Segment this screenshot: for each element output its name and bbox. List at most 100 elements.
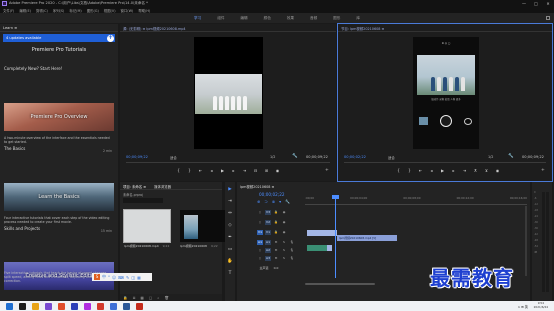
lock-icon[interactable]: 🔒 <box>273 220 279 225</box>
source-patch-a1[interactable]: A1 <box>257 240 263 245</box>
go-to-in-icon[interactable]: ⇤ <box>198 168 203 173</box>
ime-emoji-icon[interactable]: ☺ <box>112 275 116 280</box>
program-fit-select[interactable]: 适合 <box>388 155 395 160</box>
plus-icon[interactable]: + <box>107 34 114 42</box>
timeline-clip-v1-left[interactable] <box>307 230 337 236</box>
timeline-tab[interactable]: lpm视频20210608 ≡ <box>240 184 274 189</box>
close-button[interactable]: ✕ <box>542 1 554 6</box>
toggle-sync-icon[interactable]: ▯ <box>257 220 263 225</box>
rectangle-tool-icon[interactable]: ▭ <box>227 247 233 253</box>
program-monitor-header[interactable]: 节目: lpm视频20210608 ≡ <box>338 24 552 32</box>
add-button-icon[interactable]: + <box>325 168 329 173</box>
razor-tool-icon[interactable]: ◇ <box>227 223 233 229</box>
mark-out-icon[interactable]: } <box>187 168 192 173</box>
source-fit-select[interactable]: 适合 <box>170 155 177 160</box>
project-item-sequence[interactable] <box>180 210 226 242</box>
workspace-audio[interactable]: 音频 <box>302 16 325 21</box>
add-marker-icon[interactable]: ▾ <box>279 199 281 204</box>
menu-clip[interactable]: 剪辑(C) <box>36 8 48 13</box>
workspace-editing[interactable]: 编辑 <box>232 16 255 21</box>
mute-icon[interactable]: M <box>273 240 279 245</box>
program-resolution-select[interactable]: 1/2 <box>488 155 493 159</box>
go-to-out-icon[interactable]: ⇥ <box>242 168 247 173</box>
playhead-line[interactable] <box>335 196 336 278</box>
lock-icon[interactable]: 🔒 <box>123 296 127 300</box>
mic-icon[interactable]: 🎙 <box>289 240 295 245</box>
linked-selection-icon[interactable]: ⊗ <box>272 199 275 204</box>
go-to-out-icon[interactable]: ⇥ <box>462 168 467 173</box>
step-back-icon[interactable]: ◂ <box>429 168 434 173</box>
program-scrubber[interactable] <box>344 162 546 163</box>
extract-icon[interactable]: ⊻ <box>484 168 489 173</box>
system-tray[interactable]: ∧ ⊞ 英 <box>518 304 528 309</box>
project-search-input[interactable] <box>123 198 163 203</box>
ime-keyboard-icon[interactable]: ⌨ <box>118 275 124 280</box>
timeline-clip-a1[interactable] <box>307 245 327 251</box>
menu-graphics[interactable]: 图形(G) <box>87 8 99 13</box>
ime-menu-icon[interactable]: ▦ <box>137 275 141 280</box>
export-frame-icon[interactable]: ◉ <box>495 168 500 173</box>
toggle-sync-icon[interactable]: ▯ <box>257 256 263 261</box>
lock-icon[interactable]: 🔒 <box>273 210 279 215</box>
app-icon[interactable] <box>136 302 143 310</box>
track-label-a1[interactable]: A1 <box>265 240 271 245</box>
app-icon[interactable] <box>110 302 117 310</box>
app-icon[interactable] <box>84 302 91 310</box>
toggle-sync-icon[interactable]: ▯ <box>257 248 263 253</box>
tutorial-card-basics[interactable]: Learn the Basics <box>4 183 114 211</box>
source-monitor-header[interactable]: 源: (无剪辑) ≡ lpm视频20210608.mp4 <box>120 24 336 32</box>
track-label-a3[interactable]: A3 <box>265 256 271 261</box>
menu-edit[interactable]: 编辑(E) <box>19 8 31 13</box>
solo-icon[interactable]: S <box>281 256 287 261</box>
lock-icon[interactable]: 🔒 <box>273 230 279 235</box>
lift-icon[interactable]: ⊼ <box>473 168 478 173</box>
ime-handwrite-icon[interactable]: ✎ <box>126 275 129 280</box>
timeline-horizontal-scrollbar[interactable] <box>305 283 375 285</box>
menu-file[interactable]: 文件(F) <box>3 8 14 13</box>
track-label-a2[interactable]: A2 <box>265 248 271 253</box>
trash-icon[interactable]: 🗑 <box>164 296 169 300</box>
toggle-sync-icon[interactable]: ▯ <box>257 210 263 215</box>
tab-media-browser[interactable]: 媒体浏览器 <box>154 184 171 189</box>
menu-sequence[interactable]: 序列(S) <box>53 8 65 13</box>
ime-skin-icon[interactable]: ◫ <box>131 275 135 280</box>
sogou-logo-icon[interactable]: S <box>94 274 100 280</box>
new-item-icon[interactable]: ▢ <box>149 296 152 300</box>
eye-icon[interactable]: ◉ <box>281 220 287 225</box>
play-icon[interactable]: ▶ <box>220 168 225 173</box>
eye-icon[interactable]: ◉ <box>281 230 287 235</box>
timeline-vertical-scrollbar[interactable] <box>525 206 527 276</box>
pen-tool-icon[interactable]: ✒ <box>227 235 233 241</box>
mark-in-icon[interactable]: { <box>176 168 181 173</box>
menu-view[interactable]: 视图(V) <box>104 8 116 13</box>
master-volume[interactable]: 0.0 <box>273 266 279 271</box>
add-button-icon[interactable]: + <box>541 168 545 173</box>
workspace-learning[interactable]: 学习 <box>186 16 209 21</box>
premiere-taskbar-icon[interactable] <box>71 302 78 310</box>
clock[interactable]: 9:54 2021/6/24 <box>534 301 548 309</box>
tutorial-card-overview[interactable]: Premiere Pro Overview <box>4 103 114 131</box>
workspace-effects[interactable]: 效果 <box>279 16 302 21</box>
export-frame-icon[interactable]: ◉ <box>275 168 280 173</box>
workspace-graphics[interactable]: 图形 <box>325 16 348 21</box>
maximize-button[interactable]: □ <box>530 1 542 6</box>
mic-icon[interactable]: 🎙 <box>289 248 295 253</box>
type-tool-icon[interactable]: T <box>227 271 233 277</box>
start-icon[interactable] <box>6 302 13 310</box>
mark-out-icon[interactable]: } <box>407 168 412 173</box>
program-timecode[interactable]: 00;00;02;22 <box>344 155 366 159</box>
ripple-edit-tool-icon[interactable]: ⇔ <box>227 211 233 217</box>
wrench-icon[interactable]: 🔧 <box>292 154 298 159</box>
workspace-libraries[interactable]: 库 <box>348 16 368 21</box>
menu-window[interactable]: 窗口(W) <box>121 8 134 13</box>
timeline-timecode[interactable]: 00;00;02;22 <box>259 192 285 197</box>
track-label-v3[interactable]: V3 <box>265 210 271 215</box>
track-label-v1[interactable]: V1 <box>265 230 271 235</box>
mic-icon[interactable]: 🎙 <box>289 256 295 261</box>
ime-toolbar[interactable]: S 中 ° ☺ ⌨ ✎ ◫ ▦ <box>92 273 152 281</box>
solo-icon[interactable]: S <box>281 240 287 245</box>
app-icon[interactable] <box>97 302 104 310</box>
timeline-clip-v1[interactable]: lpm视频20210608.mp4 [V] <box>337 235 397 241</box>
go-to-in-icon[interactable]: ⇤ <box>418 168 423 173</box>
taskview-icon[interactable] <box>19 302 26 310</box>
